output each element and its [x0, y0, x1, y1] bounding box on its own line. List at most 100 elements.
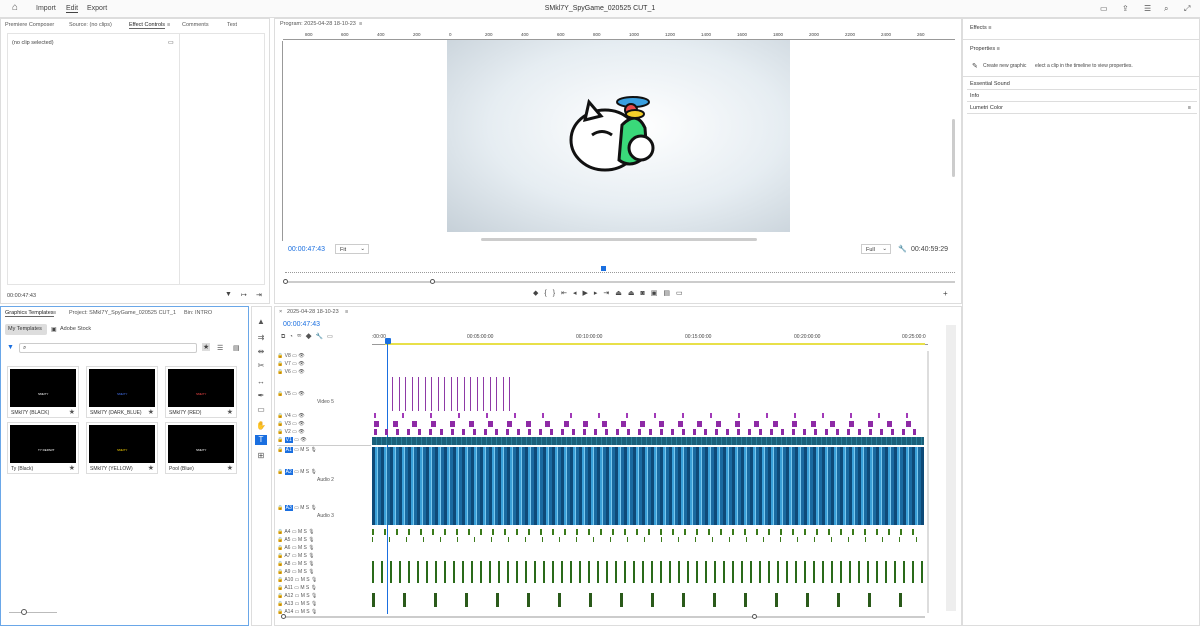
timeline-hscroll[interactable]: [283, 616, 925, 618]
tab-project[interactable]: Project: SMkl7Y_SpyGame_020525 CUT_1: [69, 310, 176, 316]
search-icon[interactable]: ⌕: [1164, 4, 1168, 14]
extract-icon[interactable]: ⏏: [628, 290, 641, 297]
template-item[interactable]: TY DEPART Ty (Black) ★: [7, 422, 79, 474]
tab-premiere-composer[interactable]: Premiere Composer: [5, 22, 54, 28]
star-icon[interactable]: ★: [69, 408, 75, 416]
track-controls-a10[interactable]: 🔒 A10 ▭ M S 🎙: [277, 577, 317, 583]
hscroll-handle-left[interactable]: [281, 614, 286, 619]
star-icon[interactable]: ★: [148, 408, 154, 416]
lumetri-header[interactable]: Lumetri Color ≡: [967, 103, 1197, 114]
star-icon[interactable]: ★: [227, 464, 233, 472]
track-controls-a12[interactable]: 🔒 A12 ▭ M S 🎙: [277, 593, 317, 599]
adobe-stock-tab[interactable]: Adobe Stock: [60, 326, 91, 332]
type-tool-icon[interactable]: T: [255, 435, 267, 445]
mini-timeline[interactable]: [285, 267, 955, 273]
scroll-handle-right[interactable]: [430, 279, 435, 284]
hscroll-handle-right[interactable]: [752, 614, 757, 619]
vr-icon[interactable]: ▤: [663, 290, 676, 297]
safe-margins-icon[interactable]: ▭: [676, 290, 689, 297]
a1-a3-clips[interactable]: [372, 447, 924, 525]
v2-clips[interactable]: [374, 429, 920, 435]
mini-scrollbar[interactable]: [285, 281, 955, 283]
filter-icon[interactable]: ▼: [7, 344, 14, 351]
tab-comments[interactable]: Comments: [182, 22, 209, 28]
graphic-icon[interactable]: ✎: [972, 62, 978, 70]
track-controls-a13[interactable]: 🔒 A13 ▭ M S 🎙: [277, 601, 317, 607]
track-controls-a11[interactable]: 🔒 A11 ▭ M S 🎙: [277, 585, 317, 591]
hand-icon[interactable]: ✋: [255, 421, 267, 431]
export-frame-icon[interactable]: ↦: [241, 291, 247, 299]
playhead-timecode[interactable]: 00:00:47:43: [288, 246, 325, 253]
ripple-edit-icon[interactable]: ⇹: [255, 347, 267, 357]
v4-clips[interactable]: [374, 413, 920, 418]
track-controls-a5[interactable]: 🔒 A5 ▭ M S 🎙: [277, 537, 315, 543]
list-view-icon[interactable]: ☰: [217, 344, 223, 352]
thumbnail-size-slider[interactable]: [9, 612, 57, 613]
star-icon[interactable]: ★: [227, 408, 233, 416]
track-controls-v3[interactable]: 🔒 V3 ▭ 👁: [277, 421, 305, 427]
track-controls-a1[interactable]: 🔒 A1 ▭ M S 🎙: [277, 447, 317, 453]
selection-tool-icon[interactable]: ▲: [255, 317, 267, 327]
linked-icon[interactable]: ⚭: [297, 334, 306, 340]
sequence-tab[interactable]: 2025-04-28 18-10-23: [287, 309, 339, 315]
playhead-handle[interactable]: [385, 338, 391, 344]
track-controls-a6[interactable]: 🔒 A6 ▭ M S 🎙: [277, 545, 315, 551]
properties-header[interactable]: Properties ≡: [967, 44, 1197, 55]
marker-icon[interactable]: ⇥: [256, 291, 262, 299]
workspace-icon[interactable]: ▭: [1100, 4, 1108, 13]
menu-icon[interactable]: ≡: [1188, 105, 1191, 111]
add-button-icon[interactable]: +: [943, 289, 948, 298]
track-select-icon[interactable]: ⇉: [255, 333, 267, 343]
v1-clips[interactable]: [372, 437, 924, 445]
essential-sound-header[interactable]: Essential Sound: [967, 79, 1197, 90]
timeline-vscroll[interactable]: [927, 351, 929, 613]
video-frame[interactable]: [447, 40, 790, 232]
slider-handle[interactable]: [21, 609, 27, 615]
template-item[interactable]: SMkl7Y SMkl7Y (RED) ★: [165, 366, 237, 418]
razor-icon[interactable]: ✂: [255, 361, 267, 371]
new-folder-icon[interactable]: ▤: [233, 344, 240, 352]
slip-icon[interactable]: ↔: [255, 377, 267, 387]
monitor-hscroll[interactable]: [481, 238, 757, 241]
a4-clips[interactable]: [372, 529, 924, 535]
template-item[interactable]: SMkl7Y SMkl7Y (YELLOW) ★: [86, 422, 158, 474]
quality-select[interactable]: Full ⌄: [861, 244, 891, 254]
compare-icon[interactable]: ▣: [651, 290, 664, 297]
layout-icon[interactable]: ☰: [1144, 4, 1151, 13]
a8-a10-clips[interactable]: [372, 561, 924, 583]
lift-icon[interactable]: ⏏: [615, 290, 628, 297]
monitor-vscroll[interactable]: [952, 119, 955, 177]
star-icon[interactable]: ★: [148, 464, 154, 472]
timeline-clip-area[interactable]: [372, 351, 924, 613]
collapse-icon[interactable]: ▭: [168, 39, 174, 46]
a12-a14-clips[interactable]: [372, 593, 924, 607]
zoom-select[interactable]: Fit ⌄: [335, 244, 369, 254]
tab-source[interactable]: Source: (no clips): [69, 22, 112, 28]
star-icon[interactable]: ★: [69, 464, 75, 472]
v5-clips[interactable]: [392, 377, 512, 411]
info-header[interactable]: Info: [967, 91, 1197, 102]
favorites-star-icon[interactable]: ★: [202, 343, 211, 351]
rectangle-icon[interactable]: ▭: [255, 405, 267, 415]
fullscreen-icon[interactable]: ⤢: [1184, 4, 1190, 14]
work-area-bar[interactable]: [385, 343, 925, 345]
filter-icon[interactable]: ▼: [225, 291, 232, 298]
step-forward-icon[interactable]: ▸: [594, 290, 604, 297]
my-templates-tab[interactable]: My Templates: [5, 324, 47, 335]
track-controls-v6[interactable]: 🔒 V6 ▭ 👁: [277, 369, 305, 375]
track-controls-v7[interactable]: 🔒 V7 ▭ 👁: [277, 361, 305, 367]
go-to-out-icon[interactable]: ⇥: [603, 290, 615, 297]
tab-bin[interactable]: Bin: INTRO: [184, 310, 212, 316]
camera-icon[interactable]: ◙: [641, 290, 651, 297]
search-input[interactable]: ⌕: [19, 343, 197, 353]
play-icon[interactable]: ▶: [582, 290, 593, 297]
timeline-timecode[interactable]: 00:00:47:43: [283, 321, 320, 328]
track-controls-v8[interactable]: 🔒 V8 ▭ 👁: [277, 353, 305, 359]
create-graphic-link[interactable]: Create new graphic: [983, 63, 1026, 69]
scroll-handle-left[interactable]: [283, 279, 288, 284]
effects-header[interactable]: Effects ≡: [967, 23, 1197, 34]
menu-icon[interactable]: ≡: [167, 22, 170, 28]
track-controls-a2[interactable]: 🔒 A2 ▭ M S 🎙: [277, 469, 317, 475]
track-controls-v4[interactable]: 🔒 V4 ▭ 👁: [277, 413, 305, 419]
graphics-menu-icon[interactable]: ≡: [53, 310, 56, 316]
